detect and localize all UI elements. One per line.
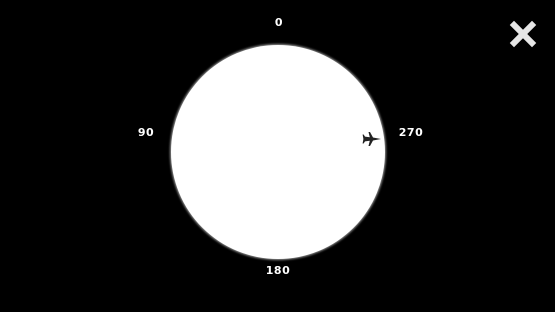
heading-label-180: 180 <box>265 264 291 277</box>
close-icon <box>509 20 537 48</box>
heading-label-0: 0 <box>274 16 284 29</box>
heading-label-90: 90 <box>137 126 155 139</box>
airplane-icon[interactable] <box>362 131 382 147</box>
heading-dial[interactable] <box>171 45 385 259</box>
close-button[interactable] <box>509 20 537 48</box>
heading-label-270: 270 <box>398 126 424 139</box>
